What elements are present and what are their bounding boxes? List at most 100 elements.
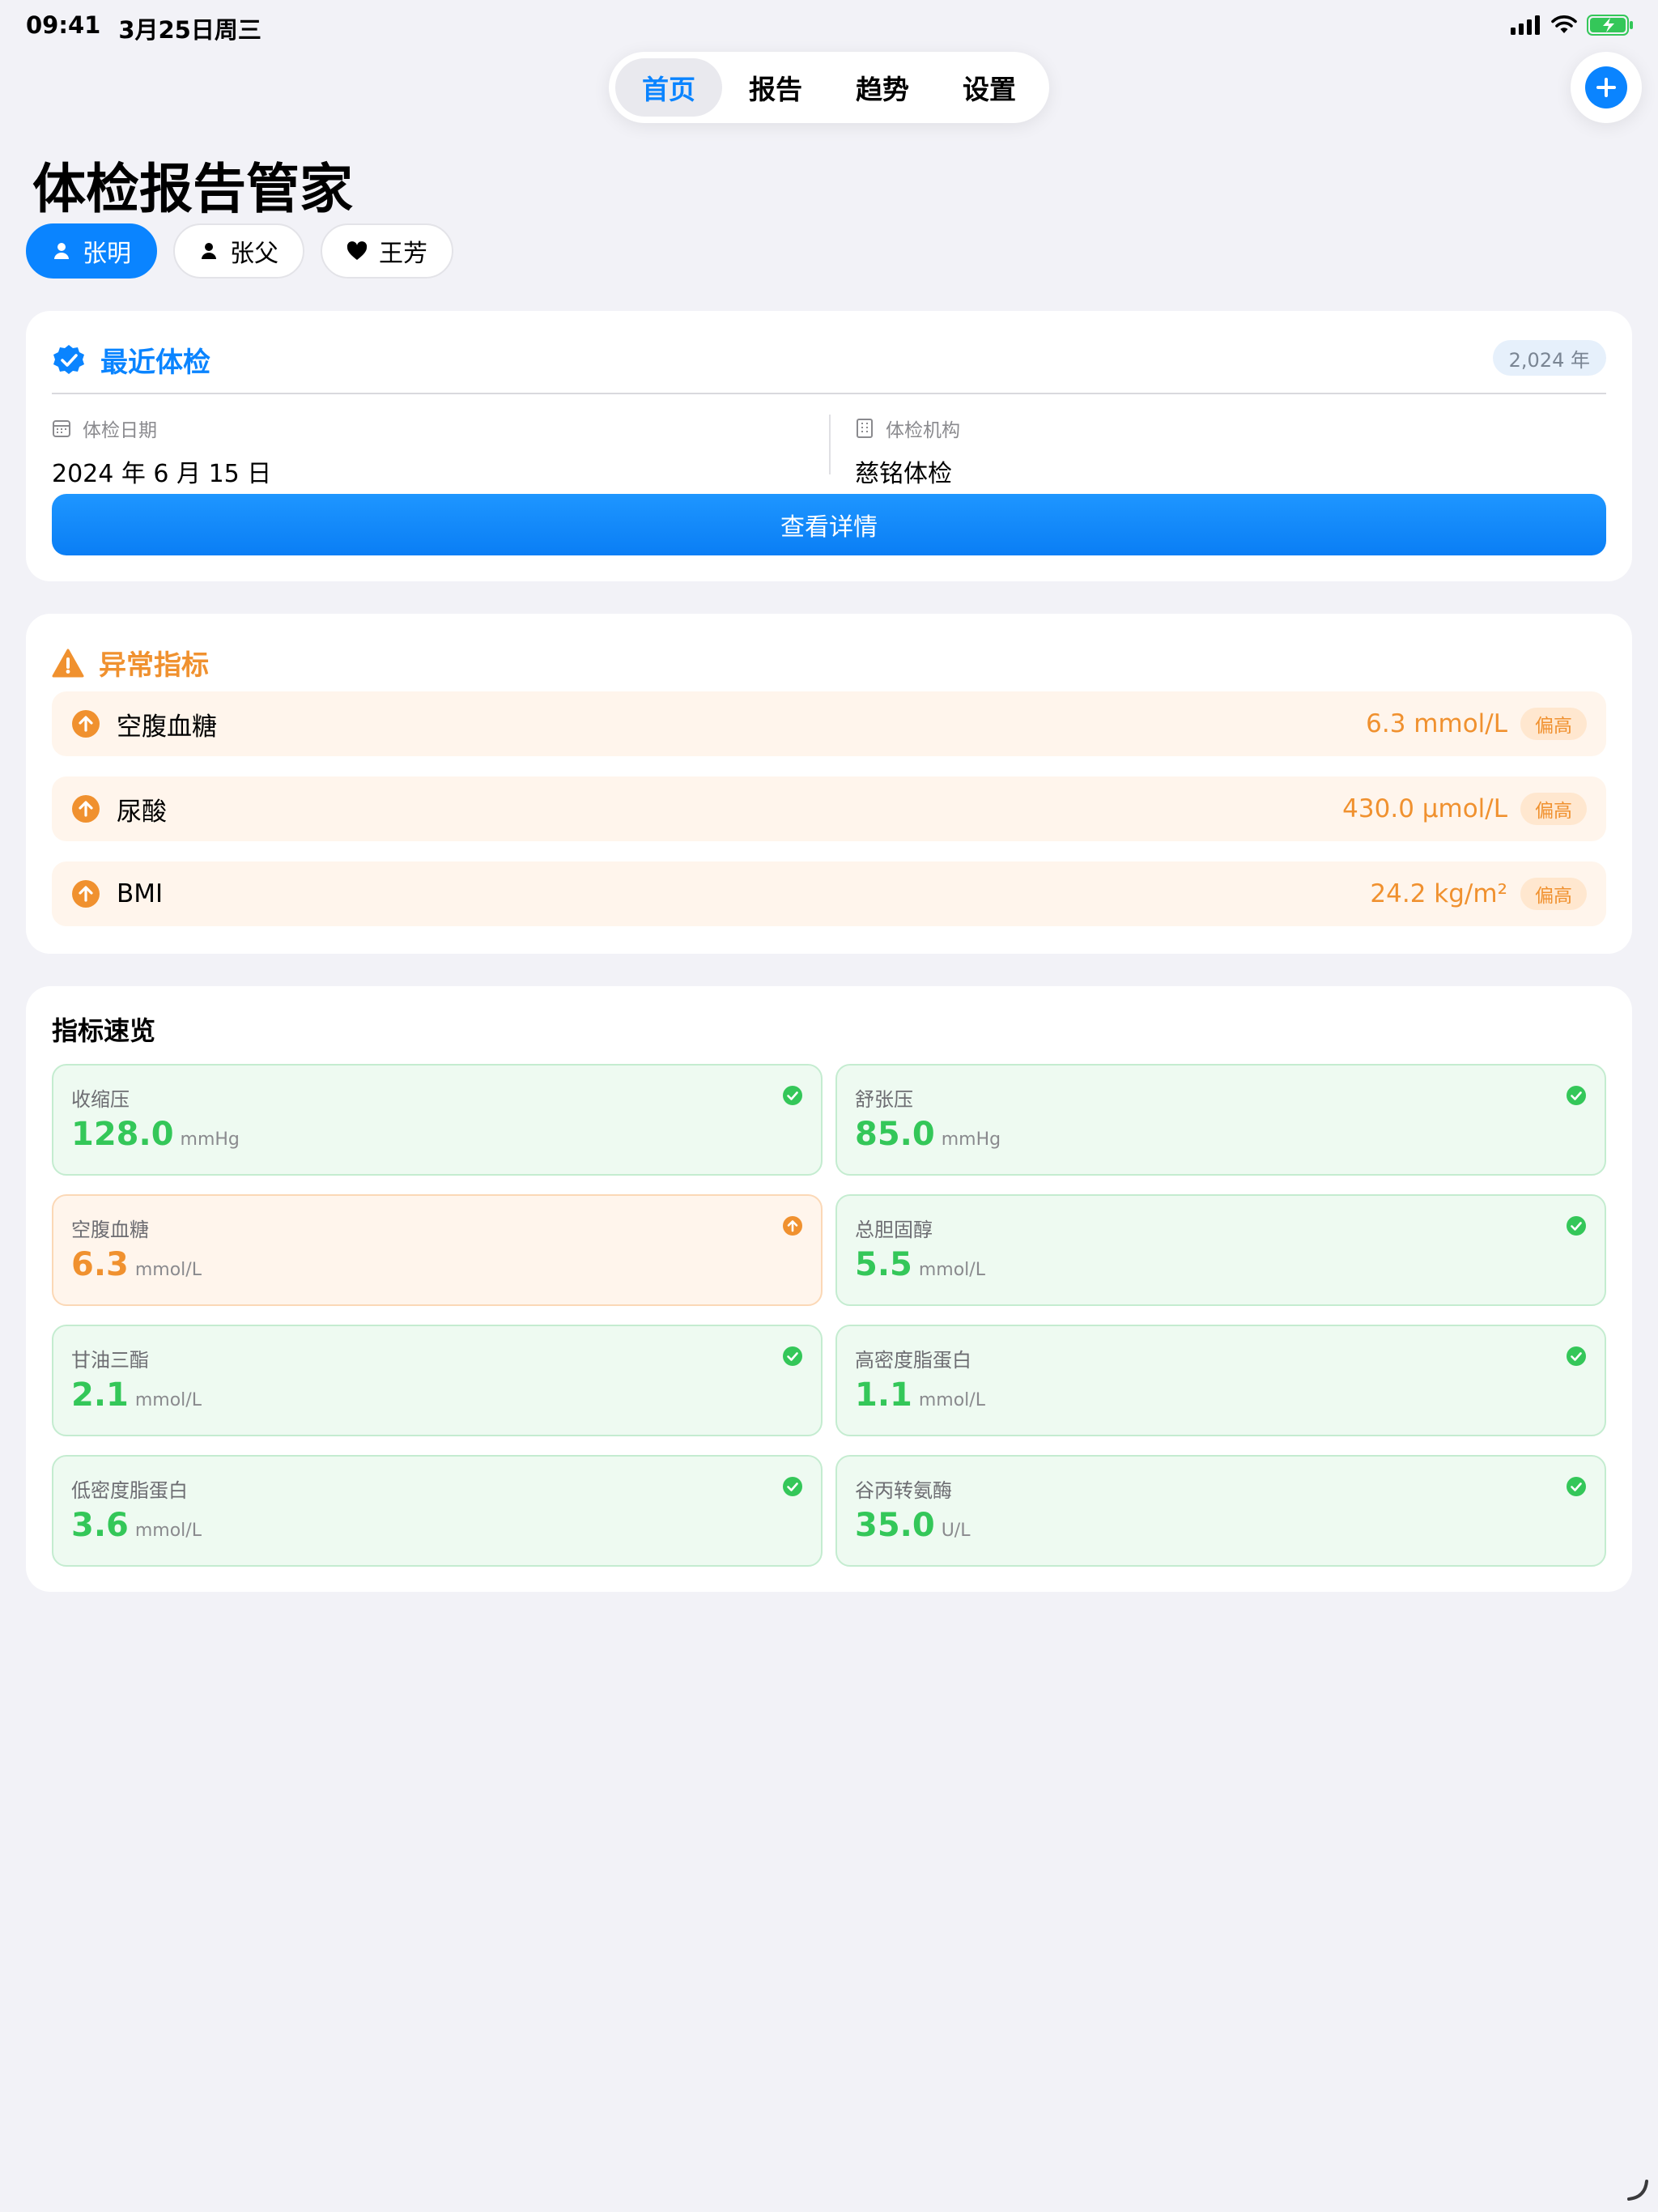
person-icon xyxy=(202,243,216,259)
status-icons xyxy=(1511,15,1634,36)
building-icon xyxy=(857,419,873,438)
metric-unit: mmol/L xyxy=(134,1521,202,1541)
overview-title: 指标速览 xyxy=(52,1015,156,1046)
abnormal-name: 尿酸 xyxy=(117,797,167,827)
exam-org-label: 体检机构 xyxy=(886,420,960,441)
metric-unit: mmol/L xyxy=(134,1260,202,1280)
status-left: 09:41 3月25日周三 xyxy=(26,11,261,45)
status-date: 3月25日周三 xyxy=(118,16,261,44)
check-circle-icon xyxy=(1567,1346,1586,1366)
year-badge: 2,024 年 xyxy=(1492,340,1606,376)
metric-unit: mmol/L xyxy=(918,1390,985,1410)
exam-date-value: 2024 年 6 月 15 日 xyxy=(52,460,272,488)
person-icon xyxy=(54,243,69,259)
abnormal-indicators-card: 异常指标 空腹血糖 6.3 mmol/L 偏高 尿酸 430.0 μmol/L … xyxy=(26,614,1632,954)
metric-name: 低密度脂蛋白 xyxy=(71,1479,188,1502)
check-circle-icon xyxy=(1567,1477,1586,1496)
metric-name: 总胆固醇 xyxy=(855,1219,933,1241)
metric-unit: mmol/L xyxy=(918,1260,985,1280)
metric-value: 5.5 xyxy=(855,1246,912,1283)
abnormal-header: 异常指标 xyxy=(52,643,209,683)
metric-tile[interactable]: 谷丙转氨酶 35.0 U/L xyxy=(835,1455,1606,1567)
exam-org-block: 体检机构 慈铭体检 xyxy=(855,415,960,489)
member-selector: 张明 张父 王芳 xyxy=(26,223,453,279)
metric-tile[interactable]: 空腹血糖 6.3 mmol/L xyxy=(52,1194,823,1306)
recent-exam-card: 最近体检 2,024 年 体检日期 2024 年 6 月 15 日 体检机构 慈… xyxy=(26,311,1632,581)
metric-tile[interactable]: 低密度脂蛋白 3.6 mmol/L xyxy=(52,1455,823,1567)
wifi-icon xyxy=(1551,15,1577,33)
metric-name: 甘油三酯 xyxy=(71,1349,149,1372)
arrow-up-circle-icon xyxy=(72,880,100,908)
member-chip-zhangfu[interactable]: 张父 xyxy=(173,223,304,279)
arrow-up-circle-icon xyxy=(72,795,100,823)
metric-unit: mmHg xyxy=(180,1129,240,1150)
check-circle-icon xyxy=(783,1086,802,1105)
member-name: 张父 xyxy=(230,240,278,268)
abnormal-title: 异常指标 xyxy=(99,649,209,682)
abnormal-row[interactable]: 尿酸 430.0 μmol/L 偏高 xyxy=(52,776,1606,841)
check-circle-icon xyxy=(1567,1216,1586,1236)
recent-exam-header: 最近体检 xyxy=(52,340,210,380)
recent-exam-title: 最近体检 xyxy=(100,347,210,379)
metric-tile[interactable]: 甘油三酯 2.1 mmol/L xyxy=(52,1325,823,1436)
tab-reports[interactable]: 报告 xyxy=(722,58,829,117)
metric-tile[interactable]: 舒张压 85.0 mmHg xyxy=(835,1064,1606,1176)
exam-org-label-row: 体检机构 xyxy=(855,415,960,442)
divider xyxy=(52,393,1606,394)
status-badge: 偏高 xyxy=(1520,708,1587,740)
abnormal-value: 24.2 kg/m² xyxy=(1370,879,1507,908)
warning-icon xyxy=(52,649,84,677)
tab-settings[interactable]: 设置 xyxy=(936,58,1043,117)
calendar-icon xyxy=(53,420,70,437)
exam-date-block: 体检日期 2024 年 6 月 15 日 xyxy=(52,415,271,489)
abnormal-row[interactable]: 空腹血糖 6.3 mmol/L 偏高 xyxy=(52,691,1606,756)
metric-name: 高密度脂蛋白 xyxy=(855,1349,971,1372)
exam-date-label: 体检日期 xyxy=(83,420,157,441)
metric-value: 85.0 xyxy=(855,1116,935,1153)
abnormal-value: 6.3 mmol/L xyxy=(1366,709,1507,738)
check-circle-icon xyxy=(783,1346,802,1366)
metric-value: 6.3 xyxy=(71,1246,129,1283)
metric-value: 3.6 xyxy=(71,1507,129,1544)
app-screen: 09:41 3月25日周三 首页 报告 趋势 设置 体检报告管家 张明 张父 王… xyxy=(0,0,1658,2212)
abnormal-value: 430.0 μmol/L xyxy=(1342,794,1507,823)
arrow-up-circle-icon xyxy=(72,710,100,738)
metric-tile[interactable]: 高密度脂蛋白 1.1 mmol/L xyxy=(835,1325,1606,1436)
status-badge: 偏高 xyxy=(1520,878,1587,910)
metric-value: 35.0 xyxy=(855,1507,935,1544)
resize-handle-icon[interactable] xyxy=(1626,2178,1650,2202)
abnormal-name: 空腹血糖 xyxy=(117,712,217,742)
member-name: 王芳 xyxy=(379,240,427,268)
metric-value: 128.0 xyxy=(71,1116,174,1153)
add-report-button[interactable] xyxy=(1571,52,1642,123)
exam-org-value: 慈铭体检 xyxy=(855,460,952,488)
status-bar: 09:41 3月25日周三 xyxy=(0,0,1658,52)
member-chip-zhangming[interactable]: 张明 xyxy=(26,223,157,279)
metric-value: 1.1 xyxy=(855,1376,912,1414)
verified-badge-icon xyxy=(53,344,84,374)
plus-icon xyxy=(1585,66,1627,108)
status-time: 09:41 xyxy=(26,11,101,39)
heart-icon xyxy=(346,241,368,260)
metric-tile[interactable]: 收缩压 128.0 mmHg xyxy=(52,1064,823,1176)
metric-name: 空腹血糖 xyxy=(71,1219,149,1241)
divider xyxy=(829,415,831,474)
page-title: 体检报告管家 xyxy=(32,158,353,220)
member-chip-wangfang[interactable]: 王芳 xyxy=(321,223,453,279)
view-details-button[interactable]: 查看详情 xyxy=(52,494,1606,555)
check-circle-icon xyxy=(1567,1086,1586,1105)
metrics-overview-card: 指标速览 收缩压 128.0 mmHg 舒张压 85.0 mmHg 空腹血糖 6.3… xyxy=(26,986,1632,1592)
metric-unit: mmol/L xyxy=(134,1390,202,1410)
tab-trends[interactable]: 趋势 xyxy=(829,58,936,117)
metric-value: 2.1 xyxy=(71,1376,129,1414)
tab-home[interactable]: 首页 xyxy=(615,58,722,117)
metric-name: 收缩压 xyxy=(71,1088,130,1111)
metric-tile[interactable]: 总胆固醇 5.5 mmol/L xyxy=(835,1194,1606,1306)
abnormal-row[interactable]: BMI 24.2 kg/m² 偏高 xyxy=(52,861,1606,926)
top-tab-bar: 首页 报告 趋势 设置 xyxy=(609,52,1049,123)
metric-name: 舒张压 xyxy=(855,1088,913,1111)
metric-unit: mmHg xyxy=(941,1129,1001,1150)
metric-name: 谷丙转氨酶 xyxy=(855,1479,952,1502)
member-name: 张明 xyxy=(83,240,131,268)
abnormal-name: BMI xyxy=(117,879,164,908)
